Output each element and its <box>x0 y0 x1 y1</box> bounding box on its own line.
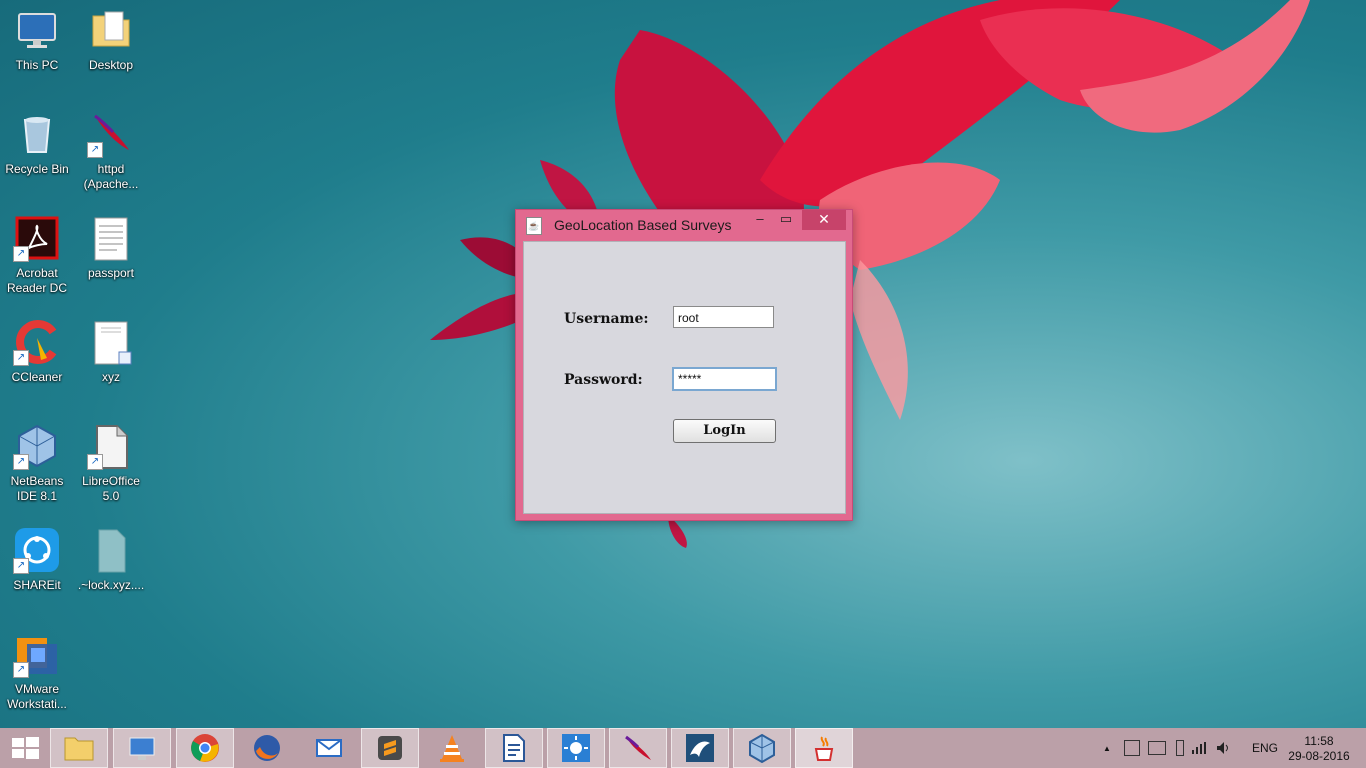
shortcut-arrow-icon: ↗ <box>13 246 29 262</box>
apache-feather-icon <box>625 735 651 760</box>
apache-feather-icon: ↗ <box>87 110 135 158</box>
monitor-icon <box>13 6 61 54</box>
shortcut-arrow-icon: ↗ <box>13 454 29 470</box>
shortcut-arrow-icon: ↗ <box>13 350 29 366</box>
signal-bars-icon[interactable] <box>1192 742 1206 754</box>
taskbar-mail[interactable] <box>300 728 358 768</box>
taskbar-vlc[interactable] <box>423 728 481 768</box>
taskbar-java-app[interactable] <box>795 728 853 768</box>
desktop-icon-shareit[interactable]: ↗ SHAREit <box>0 520 74 593</box>
window-title: GeoLocation Based Surveys <box>554 217 732 233</box>
netbeans-cube-icon <box>749 733 775 763</box>
shortcut-arrow-icon: ↗ <box>87 454 103 470</box>
tray-overflow-arrow-icon[interactable]: ▲ <box>1100 744 1114 753</box>
desktop-icon-label: Acrobat Reader DC <box>6 266 68 295</box>
taskbar-netbeans[interactable] <box>733 728 791 768</box>
clock[interactable]: 11:58 29-08-2016 <box>1284 734 1354 764</box>
desktop-icon-vmware[interactable]: ↗ VMware Workstati... <box>0 624 74 712</box>
username-field[interactable]: root <box>673 306 774 328</box>
shortcut-arrow-icon: ↗ <box>13 558 29 574</box>
taskbar-firefox[interactable] <box>238 728 296 768</box>
shortcut-arrow-icon: ↗ <box>87 142 103 158</box>
writer-document-icon <box>503 734 525 762</box>
mail-icon <box>316 739 342 757</box>
start-button[interactable] <box>10 737 40 759</box>
netbeans-cube-icon: ↗ <box>13 422 61 470</box>
taskbar-mysql-workbench[interactable] <box>671 728 729 768</box>
sun-icon <box>562 734 590 762</box>
windows-logo-icon <box>12 737 39 759</box>
desktop-icon-httpd[interactable]: ↗ httpd (Apache... <box>74 104 148 192</box>
login-panel: Username: root Password: ***** LogIn <box>523 241 846 514</box>
maximize-button[interactable]: ▭ <box>774 210 798 230</box>
desktop-icon-this-pc[interactable]: This PC <box>0 0 74 73</box>
shareit-icon: ↗ <box>13 526 61 574</box>
chrome-icon <box>191 734 219 762</box>
desktop-icon-recycle-bin[interactable]: Recycle Bin <box>0 104 74 177</box>
taskbar-libreoffice-writer[interactable] <box>485 728 543 768</box>
blank-file-icon <box>87 526 135 574</box>
acrobat-icon: ↗ <box>13 214 61 262</box>
sublime-text-icon <box>378 736 402 760</box>
security-icon[interactable] <box>1124 740 1140 756</box>
firefox-icon <box>254 735 280 761</box>
desktop-icon-label: NetBeans IDE 8.1 <box>10 474 64 503</box>
desktop-icon-label: VMware Workstati... <box>7 682 67 711</box>
document-icon <box>87 318 135 366</box>
login-button[interactable]: LogIn <box>673 419 776 443</box>
folder-icon <box>64 737 94 761</box>
desktop-icon-label: xyz <box>102 370 120 384</box>
desktop-icon-libreoffice[interactable]: ↗ LibreOffice 5.0 <box>74 416 148 504</box>
libreoffice-icon: ↗ <box>87 422 135 470</box>
vlc-cone-icon <box>440 735 464 762</box>
volume-icon[interactable] <box>1216 741 1232 755</box>
java-cup-icon <box>814 736 834 761</box>
taskbar-weather-app[interactable] <box>547 728 605 768</box>
desktop-icon-label: CCleaner <box>11 370 63 384</box>
system-tray: ▲ ENG <box>1100 728 1278 768</box>
mysql-dolphin-icon <box>686 734 714 762</box>
desktop-icon-netbeans[interactable]: ↗ NetBeans IDE 8.1 <box>0 416 74 504</box>
vmware-icon: ↗ <box>13 630 61 678</box>
taskbar-apache[interactable] <box>609 728 667 768</box>
close-button[interactable]: ✕ <box>802 210 846 230</box>
network-display-icon[interactable] <box>1148 741 1166 755</box>
java-app-icon: ☕ <box>526 217 542 235</box>
desktop-icon-label: httpd (Apache... <box>83 162 139 191</box>
desktop-icon-label: LibreOffice 5.0 <box>82 474 140 503</box>
taskbar-chrome[interactable] <box>176 728 234 768</box>
ccleaner-icon: ↗ <box>13 318 61 366</box>
battery-icon[interactable] <box>1176 740 1184 756</box>
desktop-icon-label: passport <box>87 266 135 280</box>
window-titlebar[interactable]: ☕ GeoLocation Based Surveys – ▭ ✕ <box>516 210 852 240</box>
desktop-icon-label: SHAREit <box>13 578 61 592</box>
desktop-icon-desktop[interactable]: Desktop <box>74 0 148 73</box>
clock-time: 11:58 <box>1304 734 1334 748</box>
taskbar-file-explorer[interactable] <box>50 728 108 768</box>
password-label: Password: <box>564 372 643 388</box>
shortcut-arrow-icon: ↗ <box>13 662 29 678</box>
control-panel-icon <box>129 737 155 760</box>
clock-date: 29-08-2016 <box>1288 749 1350 763</box>
desktop-icon-label: Recycle Bin <box>5 162 69 176</box>
minimize-button[interactable]: – <box>748 210 772 230</box>
taskbar-sublime[interactable] <box>361 728 419 768</box>
taskbar: ▲ ENG 11:58 29-08-2016 <box>0 728 1366 768</box>
desktop-icon-acrobat[interactable]: ↗ Acrobat Reader DC <box>0 208 74 296</box>
login-window: ☕ GeoLocation Based Surveys – ▭ ✕ Userna… <box>515 209 853 521</box>
desktop-icon-passport[interactable]: passport <box>74 208 148 281</box>
desktop-icon-label: Desktop <box>88 58 134 72</box>
desktop-icon-label: .~lock.xyz.... <box>77 578 145 592</box>
folder-icon <box>87 6 135 54</box>
desktop-icon-label: This PC <box>15 58 59 72</box>
document-icon <box>87 214 135 262</box>
username-label: Username: <box>564 311 649 327</box>
password-field[interactable]: ***** <box>672 367 777 391</box>
taskbar-control-panel[interactable] <box>113 728 171 768</box>
desktop-icon-lock-xyz[interactable]: .~lock.xyz.... <box>74 520 148 593</box>
language-indicator[interactable]: ENG <box>1252 741 1278 755</box>
desktop-icon-xyz[interactable]: xyz <box>74 312 148 385</box>
desktop-icon-ccleaner[interactable]: ↗ CCleaner <box>0 312 74 385</box>
recycle-bin-icon <box>13 110 61 158</box>
